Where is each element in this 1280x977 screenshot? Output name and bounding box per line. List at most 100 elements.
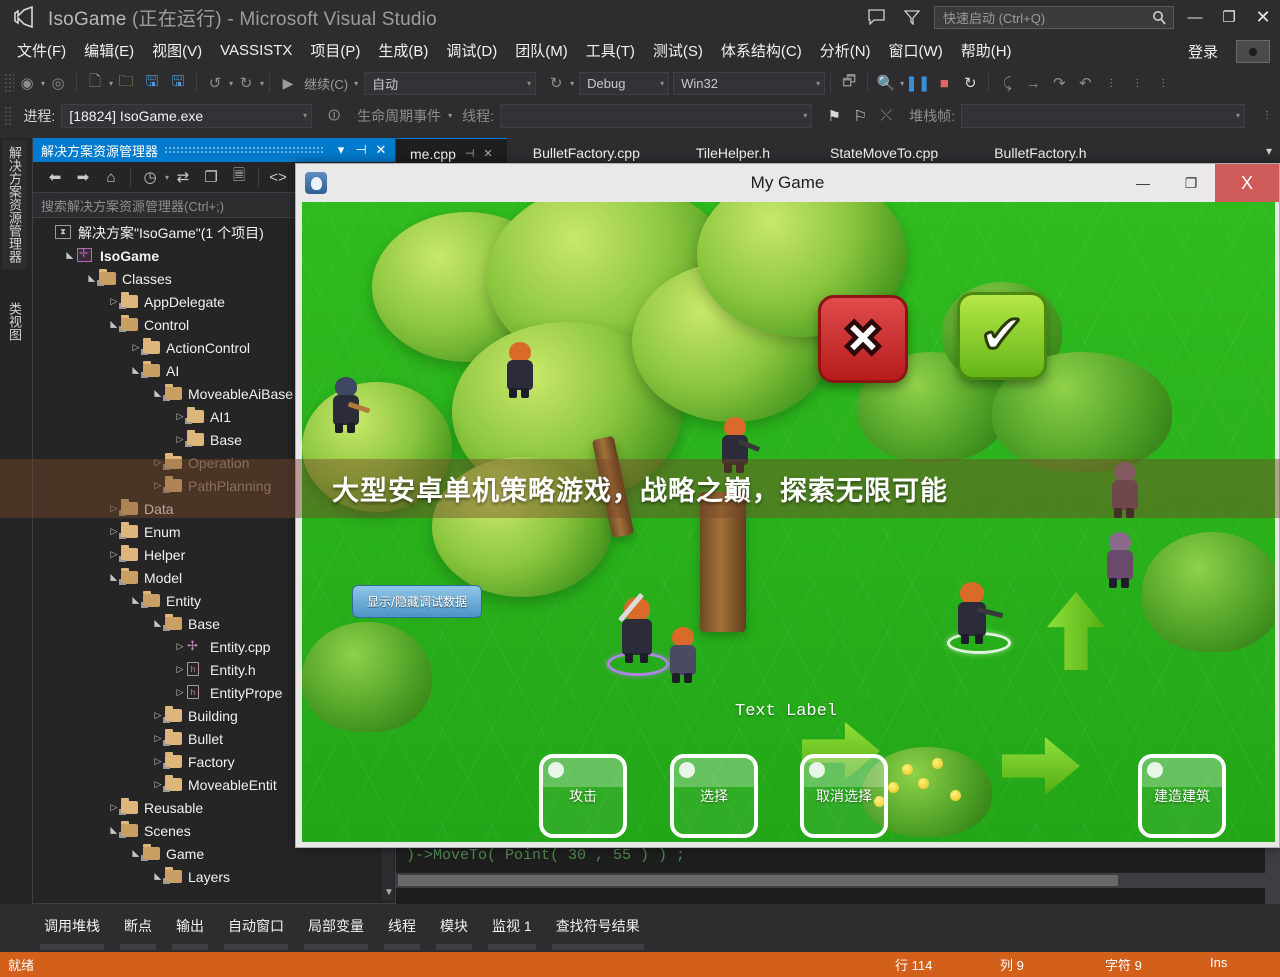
- solution-platform-combo[interactable]: Win32 ▾: [673, 72, 825, 95]
- twisty-expanded-icon[interactable]: ◢: [153, 387, 164, 401]
- menu-item-debug[interactable]: 调试(D): [437, 36, 506, 65]
- game-maximize-button[interactable]: ❐: [1167, 164, 1215, 202]
- twisty-expanded-icon[interactable]: ◢: [65, 249, 76, 263]
- sign-in-link[interactable]: 登录: [1188, 41, 1218, 62]
- menu-item-window[interactable]: 窗口(W): [880, 36, 952, 65]
- bottom-tab-output[interactable]: 输出: [164, 916, 216, 936]
- refresh-icon[interactable]: ↻: [544, 71, 568, 95]
- thread-combo[interactable]: ▾: [500, 104, 812, 128]
- twisty-expanded-icon[interactable]: ◢: [131, 594, 142, 608]
- twisty-expanded-icon[interactable]: ◢: [109, 824, 120, 838]
- attach-to-process-icon[interactable]: 🗗: [837, 71, 861, 95]
- redo-caret-icon[interactable]: ▾: [260, 79, 264, 88]
- twisty-expanded-icon[interactable]: ◢: [109, 571, 120, 585]
- funnel-filter-icon[interactable]: [894, 0, 930, 34]
- magnifier-search-icon[interactable]: [1152, 10, 1167, 29]
- editor-horizontal-scrollbar[interactable]: [396, 873, 1280, 888]
- back-arrow-icon[interactable]: ⬅: [41, 164, 69, 190]
- bottom-tab-breakpoints[interactable]: 断点: [112, 916, 164, 936]
- show-next-statement-icon[interactable]: ⤹: [995, 71, 1019, 95]
- debugbar-overflow-icon[interactable]: ⋮: [1255, 104, 1279, 128]
- close-icon[interactable]: ✕: [484, 147, 493, 160]
- bottom-tab-locals[interactable]: 局部变量: [296, 916, 376, 936]
- step-out-icon[interactable]: ↶: [1073, 71, 1097, 95]
- pin-icon[interactable]: ⊣: [465, 147, 475, 160]
- menu-item-view[interactable]: 视图(V): [143, 36, 211, 65]
- menu-item-build[interactable]: 生成(B): [369, 36, 437, 65]
- toolbar-grip[interactable]: [4, 73, 14, 93]
- find-caret-icon[interactable]: ▾: [900, 79, 904, 88]
- navigate-back-icon[interactable]: ◉: [15, 71, 39, 95]
- menu-item-team[interactable]: 团队(M): [506, 36, 577, 65]
- quick-launch-input[interactable]: 快速启动 (Ctrl+Q): [934, 6, 1174, 29]
- menu-item-tools[interactable]: 工具(T): [577, 36, 644, 65]
- continue-caret-icon[interactable]: ▾: [354, 79, 358, 88]
- game-minimize-button[interactable]: —: [1119, 164, 1167, 202]
- menu-item-test[interactable]: 测试(S): [644, 36, 712, 65]
- step-into-icon[interactable]: →: [1021, 71, 1045, 95]
- refresh-caret-icon[interactable]: ▾: [570, 79, 574, 88]
- bottom-tab-modules[interactable]: 模块: [428, 916, 480, 936]
- save-all-icon[interactable]: 🖫: [166, 71, 190, 95]
- restart-icon[interactable]: ↻: [958, 71, 982, 95]
- game-close-button[interactable]: X: [1215, 164, 1279, 202]
- twisty-expanded-icon[interactable]: ◢: [153, 870, 164, 884]
- twisty-expanded-icon[interactable]: ◢: [109, 318, 120, 332]
- vtab-solution-explorer[interactable]: 解决方案资源管理器: [2, 140, 27, 269]
- lifecycle-events-icon[interactable]: ⏼: [322, 104, 346, 128]
- close-button[interactable]: ✕: [1246, 0, 1280, 34]
- twisty-collapsed-icon[interactable]: ▷: [173, 687, 187, 698]
- save-icon[interactable]: 🖫: [140, 71, 164, 95]
- open-folder-icon[interactable]: 🗀: [114, 71, 138, 95]
- lifecycle-caret-icon[interactable]: ▾: [448, 111, 452, 120]
- game-button-select[interactable]: 选择: [670, 754, 758, 838]
- menu-item-architecture[interactable]: 体系结构(C): [712, 36, 811, 65]
- chevron-down-icon[interactable]: ▾: [331, 139, 351, 161]
- pending-changes-icon[interactable]: ◷: [136, 164, 164, 190]
- user-account-icon[interactable]: [1236, 40, 1270, 63]
- toolbar-overflow-3-icon[interactable]: ⋮: [1151, 71, 1175, 95]
- toggle-debug-data-button[interactable]: 显示/隐藏调试数据: [352, 585, 482, 618]
- sync-icon[interactable]: ⇄: [169, 164, 197, 190]
- bottom-tab-callstack[interactable]: 调用堆栈: [32, 916, 112, 936]
- twisty-collapsed-icon[interactable]: ▷: [173, 641, 187, 652]
- flag-icon[interactable]: ⚑: [822, 104, 846, 128]
- shuffle-icon[interactable]: ⤬: [874, 104, 898, 128]
- play-continue-icon[interactable]: ▶: [276, 71, 300, 95]
- stackframe-combo[interactable]: ▾: [961, 104, 1245, 128]
- stop-icon[interactable]: ■: [932, 71, 956, 95]
- menu-item-project[interactable]: 项目(P): [301, 36, 369, 65]
- pause-icon[interactable]: ❚❚: [905, 71, 930, 95]
- redo-icon[interactable]: ↻: [234, 71, 258, 95]
- twisty-expanded-icon[interactable]: ◢: [153, 617, 164, 631]
- platform-auto-combo[interactable]: 自动 ▾: [364, 72, 536, 95]
- pin-icon[interactable]: ⊣: [351, 139, 371, 161]
- game-canvas[interactable]: ✖ ✔: [302, 202, 1275, 842]
- close-icon[interactable]: ✕: [371, 139, 391, 161]
- new-item-icon[interactable]: 🗋: [83, 71, 107, 95]
- twisty-expanded-icon[interactable]: ◢: [87, 272, 98, 286]
- properties-icon[interactable]: 🗏: [225, 164, 253, 190]
- twisty-expanded-icon[interactable]: ◢: [131, 364, 142, 378]
- collapse-all-icon[interactable]: ❐: [197, 164, 225, 190]
- bottom-tab-watch1[interactable]: 监视 1: [480, 916, 544, 936]
- bottom-tab-find-symbol-results[interactable]: 查找符号结果: [544, 916, 652, 936]
- flag-clear-icon[interactable]: ⚐: [848, 104, 872, 128]
- toolbar-overflow-2-icon[interactable]: ⋮: [1125, 71, 1149, 95]
- game-button-deselect[interactable]: 取消选择: [800, 754, 888, 838]
- reject-x-icon[interactable]: ✖: [818, 295, 908, 383]
- menu-item-edit[interactable]: 编辑(E): [75, 36, 143, 65]
- nav-back-caret-icon[interactable]: ▾: [41, 79, 45, 88]
- solution-configuration-combo[interactable]: Debug ▾: [579, 72, 669, 95]
- bottom-tab-threads[interactable]: 线程: [376, 916, 428, 936]
- game-button-attack[interactable]: 攻击: [539, 754, 627, 838]
- tree-item[interactable]: ◢Layers: [33, 865, 395, 888]
- home-icon[interactable]: ⌂: [97, 164, 125, 190]
- twisty-expanded-icon[interactable]: ◢: [131, 847, 142, 861]
- step-over-icon[interactable]: ↷: [1047, 71, 1071, 95]
- find-in-files-icon[interactable]: 🔍: [874, 71, 898, 95]
- new-item-caret-icon[interactable]: ▾: [109, 79, 113, 88]
- twisty-collapsed-icon[interactable]: ▷: [173, 664, 187, 675]
- navigate-forward-icon[interactable]: ◎: [46, 71, 70, 95]
- panel-drag-handle[interactable]: [164, 146, 325, 154]
